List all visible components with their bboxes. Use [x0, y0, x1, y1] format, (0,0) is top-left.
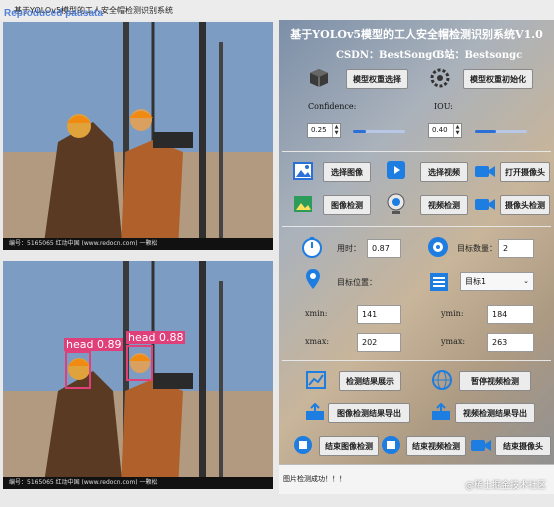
end-video-button[interactable]: 结束视频检测 — [406, 436, 466, 456]
stop-icon — [294, 436, 312, 454]
status-text: 图片检测成功！！！ — [283, 475, 346, 483]
location-icon — [306, 269, 320, 289]
site-watermark: @稀土掘金技术社区 — [464, 481, 546, 491]
iou-slider[interactable] — [475, 130, 527, 133]
timer-icon — [302, 237, 322, 258]
stop-video-icon — [382, 436, 400, 454]
ymin-field[interactable]: 184 — [487, 305, 534, 324]
workers-photo — [3, 22, 273, 250]
confidence-slider-fill — [353, 130, 366, 133]
chart-icon — [306, 371, 326, 389]
confidence-label: Confidence: — [308, 102, 357, 111]
position-label: 目标位置： — [337, 278, 377, 287]
image-detect-icon — [294, 196, 312, 212]
model-init-button[interactable]: 模型权重初始化 — [463, 69, 533, 89]
bilibili-label: B站：Bestsongc — [436, 50, 523, 61]
divider — [282, 151, 551, 152]
original-image-view: 编号：5165065 红动中国 (www.redocn.com) 一颗松 — [3, 22, 273, 250]
image-caption: 编号：5165065 红动中国 (www.redocn.com) 一颗松 — [3, 238, 273, 250]
cube-icon — [310, 69, 328, 87]
count-field[interactable]: 2 — [498, 239, 534, 258]
iou-label: IOU: — [434, 102, 453, 111]
settings-icon — [430, 68, 450, 88]
detection-box — [126, 345, 153, 381]
record-icon — [475, 199, 495, 210]
spin-arrows-icon[interactable]: ▲ ▼ — [332, 124, 340, 137]
image-detect-button[interactable]: 图像检测 — [323, 195, 371, 215]
count-label: 目标数量： — [457, 244, 497, 253]
divider — [282, 360, 551, 361]
time-label: 用时： — [337, 244, 361, 253]
webcam-icon — [387, 193, 405, 214]
stop-camera-icon — [471, 440, 491, 451]
spin-arrows-icon[interactable]: ▲ ▼ — [453, 124, 461, 137]
app-title: 基于YOLOv5模型的工人安全帽检测识别系统V1.0 — [290, 28, 543, 41]
pause-video-button[interactable]: 暂停视频检测 — [459, 371, 531, 391]
confidence-spinbox[interactable]: 0.25 ▲ ▼ — [307, 123, 341, 138]
end-image-button[interactable]: 结束图像检测 — [319, 436, 379, 456]
camera-detect-button[interactable]: 摄像头检测 — [500, 195, 550, 215]
xmax-field[interactable]: 202 — [357, 333, 401, 352]
control-panel: 基于YOLOv5模型的工人安全帽检测识别系统V1.0 CSDN：BestSong… — [279, 20, 554, 494]
time-field[interactable]: 0.87 — [367, 239, 401, 258]
select-image-button[interactable]: 选择图像 — [323, 162, 371, 182]
model-select-button[interactable]: 模型权重选择 — [346, 69, 408, 89]
ymax-label: ymax: — [441, 337, 466, 346]
target-dropdown[interactable]: 目标1 ⌄ — [460, 272, 534, 291]
xmin-label: xmin: — [305, 309, 328, 318]
watermark: Reproduced pausata — [4, 8, 103, 19]
export-video-button[interactable]: 视频检测结果导出 — [455, 403, 535, 423]
image-caption: 编号：5165065 红动中国 (www.redocn.com) 一颗松 — [3, 477, 273, 489]
iou-slider-fill — [475, 130, 496, 133]
globe-icon — [432, 370, 452, 390]
chevron-down-icon: ⌄ — [523, 277, 529, 285]
end-camera-button[interactable]: 结束摄像头 — [495, 436, 551, 456]
iou-value: 0.40 — [432, 126, 448, 134]
ymin-label: ymin: — [441, 309, 464, 318]
export-video-icon — [432, 403, 450, 420]
detection-label: head 0.88 — [126, 331, 186, 344]
detection-label: head 0.89 — [64, 338, 124, 351]
detection-box — [65, 351, 91, 389]
select-video-button[interactable]: 选择视频 — [420, 162, 468, 182]
xmax-label: xmax: — [305, 337, 330, 346]
divider — [282, 226, 551, 227]
csdn-label: CSDN：BestSongC — [336, 50, 441, 61]
iou-spinbox[interactable]: 0.40 ▲ ▼ — [428, 123, 462, 138]
result-image-view: head 0.89 head 0.88 编号：5165065 红动中国 (www… — [3, 261, 273, 489]
image-icon — [293, 162, 313, 180]
export-icon — [306, 403, 324, 420]
video-detect-button[interactable]: 视频检测 — [420, 195, 468, 215]
list-icon — [430, 273, 448, 291]
confidence-slider[interactable] — [353, 130, 405, 133]
xmin-field[interactable]: 141 — [357, 305, 401, 324]
open-camera-button[interactable]: 打开摄像头 — [500, 162, 550, 182]
camera-icon — [475, 166, 495, 177]
title-bar: 基于YOLOv5模型的工人安全帽检测识别系统 Reproduced pausat… — [0, 0, 554, 20]
ymax-field[interactable]: 263 — [487, 333, 534, 352]
target-dropdown-value: 目标1 — [465, 277, 487, 286]
export-image-button[interactable]: 图像检测结果导出 — [328, 403, 410, 423]
video-icon — [387, 161, 405, 179]
app-window: 基于YOLOv5模型的工人安全帽检测识别系统 Reproduced pausat… — [0, 0, 554, 507]
show-results-button[interactable]: 检测结果展示 — [339, 371, 401, 391]
confidence-value: 0.25 — [311, 126, 327, 134]
target-icon — [428, 237, 448, 257]
